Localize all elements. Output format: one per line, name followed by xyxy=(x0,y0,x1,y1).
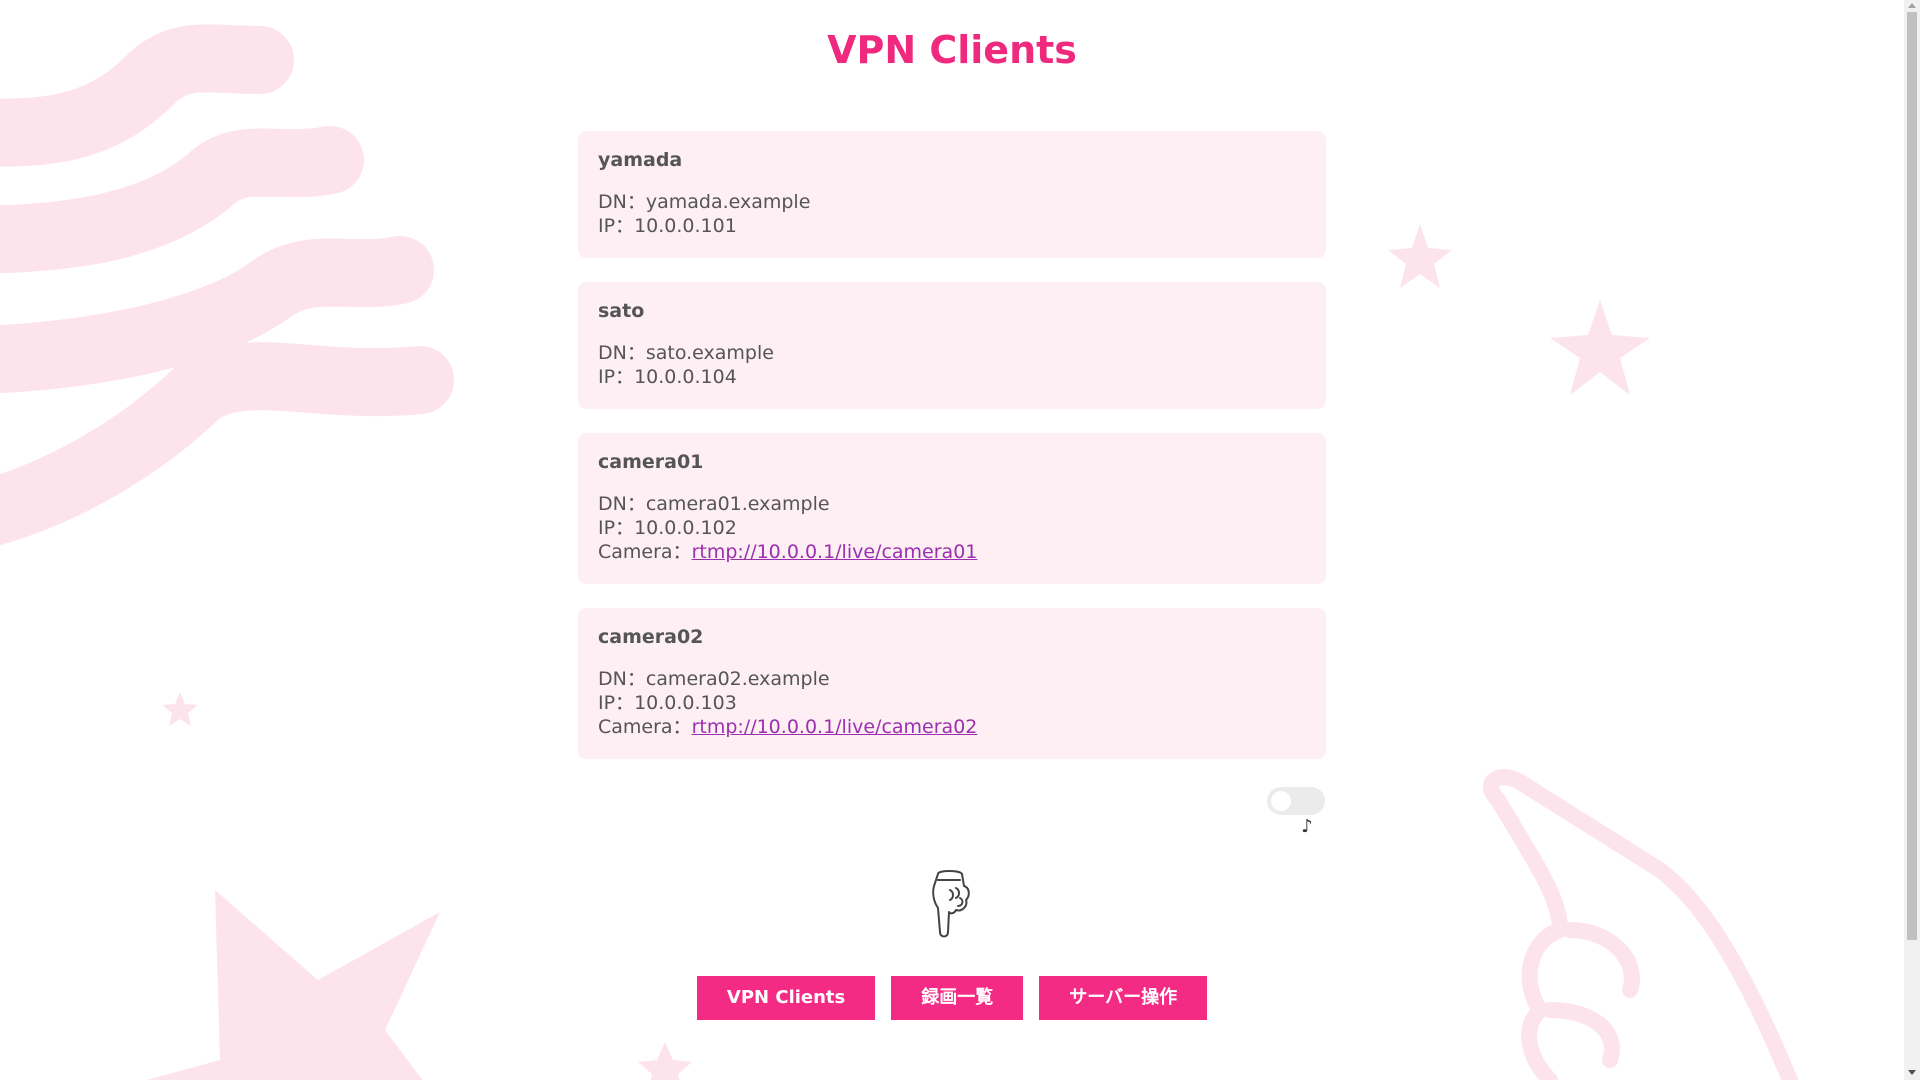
scroll-up-arrow-icon[interactable] xyxy=(1908,3,1916,8)
star-decoration xyxy=(638,1042,692,1080)
client-card: camera02 DN：camera02.example IP：10.0.0.1… xyxy=(578,608,1326,759)
client-dn: DN：yamada.example xyxy=(598,190,1306,214)
music-note-icon: ♪ xyxy=(1301,816,1313,837)
camera-stream-link[interactable]: rtmp://10.0.0.1/live/camera02 xyxy=(692,716,978,738)
client-card: camera01 DN：camera01.example IP：10.0.0.1… xyxy=(578,433,1326,584)
nav-vpn-clients-button[interactable]: VPN Clients xyxy=(696,976,876,1020)
dn-label: DN： xyxy=(598,342,646,364)
camera-label: Camera： xyxy=(598,716,692,738)
client-card: sato DN：sato.example IP：10.0.0.104 xyxy=(578,282,1326,409)
pointing-down-hand-icon xyxy=(932,870,970,938)
client-ip: IP：10.0.0.103 xyxy=(598,691,1306,715)
camera-stream-link[interactable]: rtmp://10.0.0.1/live/camera01 xyxy=(692,541,978,563)
ip-value: 10.0.0.103 xyxy=(634,692,737,714)
client-name: yamada xyxy=(598,149,683,171)
dn-label: DN： xyxy=(598,191,646,213)
star-decoration xyxy=(1388,224,1452,288)
dn-value: camera02.example xyxy=(645,668,830,690)
client-dn: DN：camera01.example xyxy=(598,492,1306,516)
dn-label: DN： xyxy=(598,668,646,690)
ip-label: IP： xyxy=(598,366,635,388)
client-dn: DN：sato.example xyxy=(598,341,1306,365)
client-camera: Camera：rtmp://10.0.0.1/live/camera02 xyxy=(598,715,1306,739)
dn-value: camera01.example xyxy=(645,493,830,515)
ip-label: IP： xyxy=(598,692,635,714)
camera-label: Camera： xyxy=(598,541,692,563)
dn-label: DN： xyxy=(598,493,646,515)
client-name: sato xyxy=(598,300,645,322)
music-toggle-group: ♪ xyxy=(1266,787,1326,837)
bottom-nav: VPN Clients 録画一覧 サーバー操作 xyxy=(0,976,1904,1020)
ip-value: 10.0.0.104 xyxy=(634,366,737,388)
music-toggle[interactable] xyxy=(1267,787,1325,815)
ip-label: IP： xyxy=(598,517,635,539)
page: VPN Clients yamada DN：yamada.example IP：… xyxy=(0,0,1920,1080)
client-name: camera02 xyxy=(598,626,704,648)
client-ip: IP：10.0.0.101 xyxy=(598,214,1306,238)
client-list: yamada DN：yamada.example IP：10.0.0.101 s… xyxy=(578,131,1326,783)
nav-recordings-button[interactable]: 録画一覧 xyxy=(891,976,1024,1020)
pointing-hand-decoration xyxy=(1483,769,1798,1080)
client-ip: IP：10.0.0.102 xyxy=(598,516,1306,540)
wave-stripe-2 xyxy=(0,126,364,274)
ip-label: IP： xyxy=(598,215,635,237)
vertical-scrollbar[interactable] xyxy=(1904,0,1920,1080)
scrollbar-thumb[interactable] xyxy=(1907,12,1917,940)
star-decoration xyxy=(162,692,198,726)
dn-value: sato.example xyxy=(645,342,774,364)
page-title: VPN Clients xyxy=(827,28,1077,72)
client-name: camera01 xyxy=(598,451,704,473)
nav-server-ops-button[interactable]: サーバー操作 xyxy=(1039,976,1208,1020)
client-ip: IP：10.0.0.104 xyxy=(598,365,1306,389)
ip-value: 10.0.0.101 xyxy=(634,215,737,237)
scroll-down-arrow-icon[interactable] xyxy=(1908,1070,1916,1075)
client-card: yamada DN：yamada.example IP：10.0.0.101 xyxy=(578,131,1326,258)
wave-stripe-3 xyxy=(0,236,434,394)
ip-value: 10.0.0.102 xyxy=(634,517,737,539)
wave-stripe-4 xyxy=(0,342,454,546)
toggle-knob xyxy=(1271,791,1291,811)
star-decoration xyxy=(1550,300,1650,395)
client-dn: DN：camera02.example xyxy=(598,667,1306,691)
client-camera: Camera：rtmp://10.0.0.1/live/camera01 xyxy=(598,540,1306,564)
dn-value: yamada.example xyxy=(645,191,811,213)
